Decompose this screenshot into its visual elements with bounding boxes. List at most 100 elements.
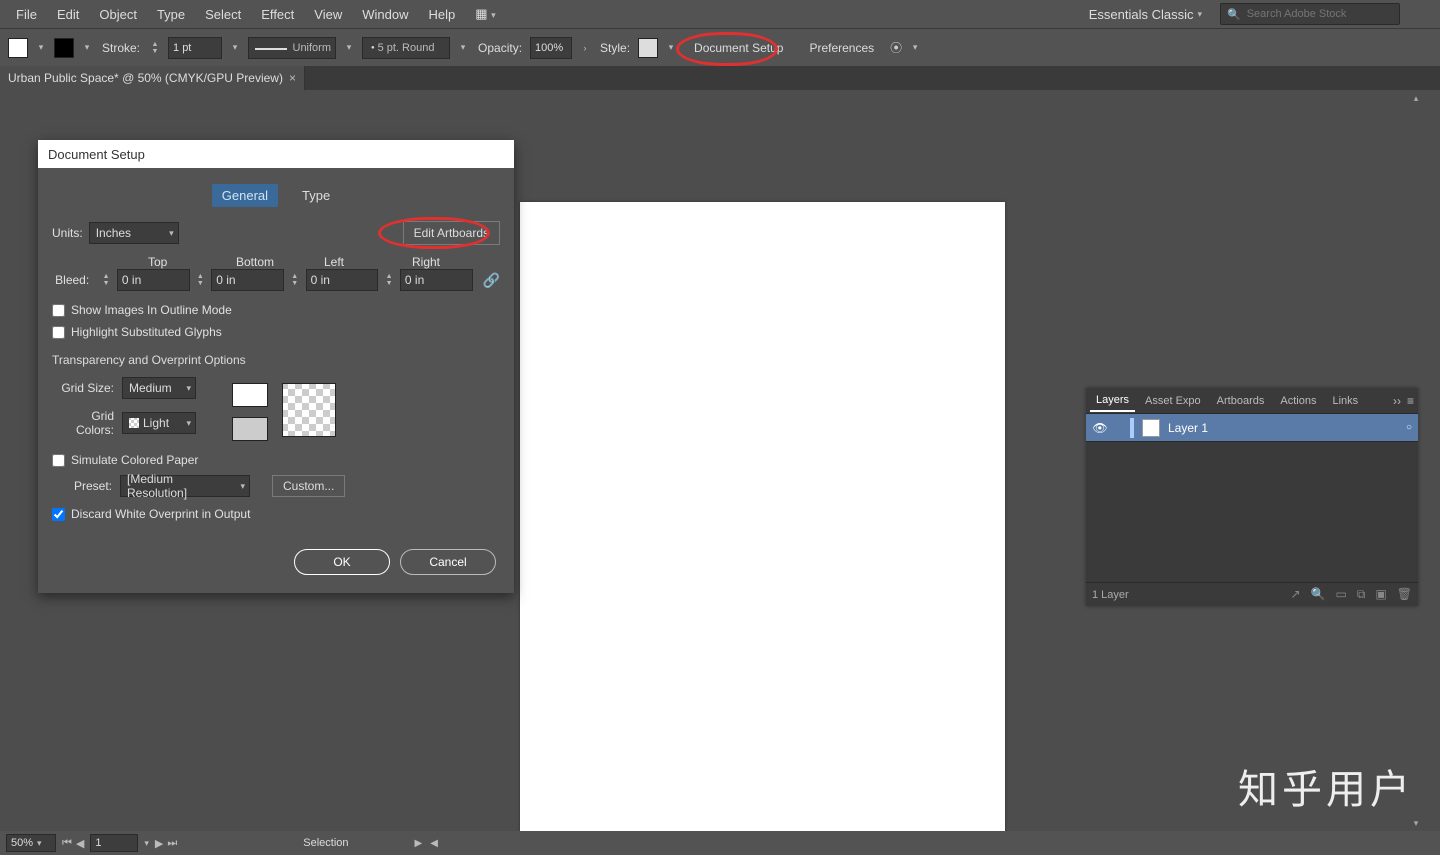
highlight-glyphs-input[interactable] xyxy=(52,326,65,339)
panel-menu-icon[interactable]: ≡ xyxy=(1407,394,1414,408)
align-icon[interactable]: ⦿ xyxy=(890,39,902,56)
menu-help[interactable]: Help xyxy=(418,3,465,26)
edit-artboards-button[interactable]: Edit Artboards xyxy=(403,221,500,245)
brush-dropdown[interactable]: ▾ xyxy=(456,42,470,53)
panel-tab-actions[interactable]: Actions xyxy=(1274,391,1322,411)
fill-swatch[interactable] xyxy=(8,38,28,58)
preset-select[interactable]: [Medium Resolution] ▾ xyxy=(120,475,250,497)
tab-general[interactable]: General xyxy=(212,184,278,207)
target-icon[interactable]: ○ xyxy=(1406,422,1412,433)
bleed-bottom-stepper[interactable]: ▲▼ xyxy=(194,269,208,291)
new-layer-icon[interactable]: ⧉ xyxy=(1357,587,1366,602)
bleed-right-input[interactable]: 0 in xyxy=(400,269,473,291)
simulate-paper-input[interactable] xyxy=(52,454,65,467)
visibility-icon[interactable]: 👁 xyxy=(1092,421,1108,435)
cancel-button[interactable]: Cancel xyxy=(400,549,496,575)
discard-overprint-input[interactable] xyxy=(52,508,65,521)
graphic-style-swatch[interactable] xyxy=(638,38,658,58)
fill-dropdown[interactable]: ▾ xyxy=(34,42,48,53)
status-flyout-icon[interactable]: ▶ xyxy=(415,838,423,849)
panel-tab-layers[interactable]: Layers xyxy=(1090,390,1135,412)
stroke-style-dropdown[interactable]: ▾ xyxy=(342,42,356,53)
menu-select[interactable]: Select xyxy=(195,3,251,26)
make-clipping-mask-icon[interactable]: 🔍 xyxy=(1311,587,1326,602)
status-flyin-icon[interactable]: ◀ xyxy=(430,838,438,849)
show-images-outline-input[interactable] xyxy=(52,304,65,317)
control-bar: ▾ ▾ Stroke: ▲▼ 1 pt ▾ Uniform ▾ 5 pt. Ro… xyxy=(0,28,1440,66)
show-images-outline-checkbox[interactable]: Show Images In Outline Mode xyxy=(52,303,500,317)
bleed-top-stepper[interactable]: ▲▼ xyxy=(99,269,113,291)
locate-object-icon[interactable]: ↗ xyxy=(1290,587,1300,602)
bleed-left-stepper[interactable]: ▲▼ xyxy=(288,269,302,291)
grid-size-select[interactable]: Medium ▾ xyxy=(122,377,196,399)
bleed-right-stepper[interactable]: ▲▼ xyxy=(382,269,396,291)
menu-type[interactable]: Type xyxy=(147,3,195,26)
menu-object[interactable]: Object xyxy=(89,3,147,26)
menu-edit[interactable]: Edit xyxy=(47,3,89,26)
stock-search-input[interactable] xyxy=(1247,8,1393,20)
align-dropdown[interactable]: ▾ xyxy=(908,42,922,53)
scroll-up-icon[interactable]: ▴ xyxy=(1410,92,1422,104)
bleed-top-input[interactable]: 0 in xyxy=(117,269,190,291)
variable-width-profile[interactable]: Uniform xyxy=(248,37,336,59)
preset-value: [Medium Resolution] xyxy=(127,472,231,500)
create-sublayer-icon[interactable]: ▭ xyxy=(1336,587,1347,602)
opacity-input[interactable]: 100% xyxy=(530,37,572,59)
discard-overprint-checkbox[interactable]: Discard White Overprint in Output xyxy=(52,507,500,521)
workspace-switcher[interactable]: Essentials Classic ▾ xyxy=(1081,3,1210,26)
next-artboard-icon[interactable]: ▶ xyxy=(155,837,163,850)
bleed-left-input[interactable]: 0 in xyxy=(306,269,379,291)
prev-artboard-icon[interactable]: ◀ xyxy=(76,837,84,850)
stroke-stepper[interactable]: ▲▼ xyxy=(148,37,162,59)
simulate-paper-checkbox[interactable]: Simulate Colored Paper xyxy=(52,453,500,467)
artboard-dropdown[interactable]: ▾ xyxy=(144,838,149,849)
preferences-button[interactable]: Preferences xyxy=(799,36,884,60)
delete-layer-icon[interactable]: 🗑 xyxy=(1397,587,1412,602)
style-dropdown[interactable]: ▾ xyxy=(664,42,678,53)
opacity-more[interactable]: › xyxy=(578,43,592,53)
scroll-down-icon[interactable]: ▾ xyxy=(1410,817,1422,829)
preset-label: Preset: xyxy=(52,479,112,493)
collapse-panel-icon[interactable]: ›› xyxy=(1393,394,1401,408)
stroke-style-label: Uniform xyxy=(293,42,332,54)
layer-row[interactable]: 👁 Layer 1 ○ xyxy=(1086,414,1418,442)
bleed-bottom-input[interactable]: 0 in xyxy=(211,269,284,291)
brush-definition[interactable]: 5 pt. Round xyxy=(362,37,450,59)
stroke-weight-dropdown[interactable]: ▾ xyxy=(228,42,242,53)
link-bleed-icon[interactable]: 🔗 xyxy=(483,272,500,289)
tab-type[interactable]: Type xyxy=(292,184,340,207)
arrange-panel-icon[interactable] xyxy=(1410,2,1434,26)
document-tab[interactable]: Urban Public Space* @ 50% (CMYK/GPU Prev… xyxy=(0,66,305,90)
grid-colors-select[interactable]: Light ▾ xyxy=(122,412,196,434)
custom-preset-button[interactable]: Custom... xyxy=(272,475,345,497)
grid-size-label: Grid Size: xyxy=(52,381,114,395)
grid-color-dark-swatch[interactable] xyxy=(232,417,268,441)
stock-search[interactable]: 🔍 xyxy=(1220,3,1400,25)
menu-window[interactable]: Window xyxy=(352,3,418,26)
panel-tab-artboards[interactable]: Artboards xyxy=(1211,391,1271,411)
first-artboard-icon[interactable]: ⏮ xyxy=(62,837,72,850)
new-sublayer-icon[interactable]: ▣ xyxy=(1375,587,1386,602)
menu-file[interactable]: File xyxy=(6,3,47,26)
style-label: Style: xyxy=(600,41,630,55)
zoom-select[interactable]: 50% ▾ xyxy=(6,834,56,852)
layer-name[interactable]: Layer 1 xyxy=(1168,421,1208,435)
arrange-documents-icon[interactable]: ▦ ▾ xyxy=(465,2,505,26)
units-select[interactable]: Inches ▾ xyxy=(89,222,179,244)
last-artboard-icon[interactable]: ⏭ xyxy=(167,837,177,850)
document-setup-button[interactable]: Document Setup xyxy=(684,36,793,60)
stroke-weight-input[interactable]: 1 pt xyxy=(168,37,222,59)
close-tab-icon[interactable]: × xyxy=(289,71,296,85)
menu-effect[interactable]: Effect xyxy=(251,3,304,26)
grid-colors-label: Grid Colors: xyxy=(52,409,114,437)
highlight-glyphs-checkbox[interactable]: Highlight Substituted Glyphs xyxy=(52,325,500,339)
panel-tab-asset-export[interactable]: Asset Expo xyxy=(1139,391,1207,411)
panel-tab-links[interactable]: Links xyxy=(1326,391,1364,411)
artboard-number-select[interactable]: 1 xyxy=(90,834,138,852)
stroke-swatch[interactable] xyxy=(54,38,74,58)
stroke-dropdown[interactable]: ▾ xyxy=(80,42,94,53)
menu-view[interactable]: View xyxy=(304,3,352,26)
grid-color-light-swatch[interactable] xyxy=(232,383,268,407)
grid-colors-value: Light xyxy=(143,416,169,430)
ok-button[interactable]: OK xyxy=(294,549,390,575)
